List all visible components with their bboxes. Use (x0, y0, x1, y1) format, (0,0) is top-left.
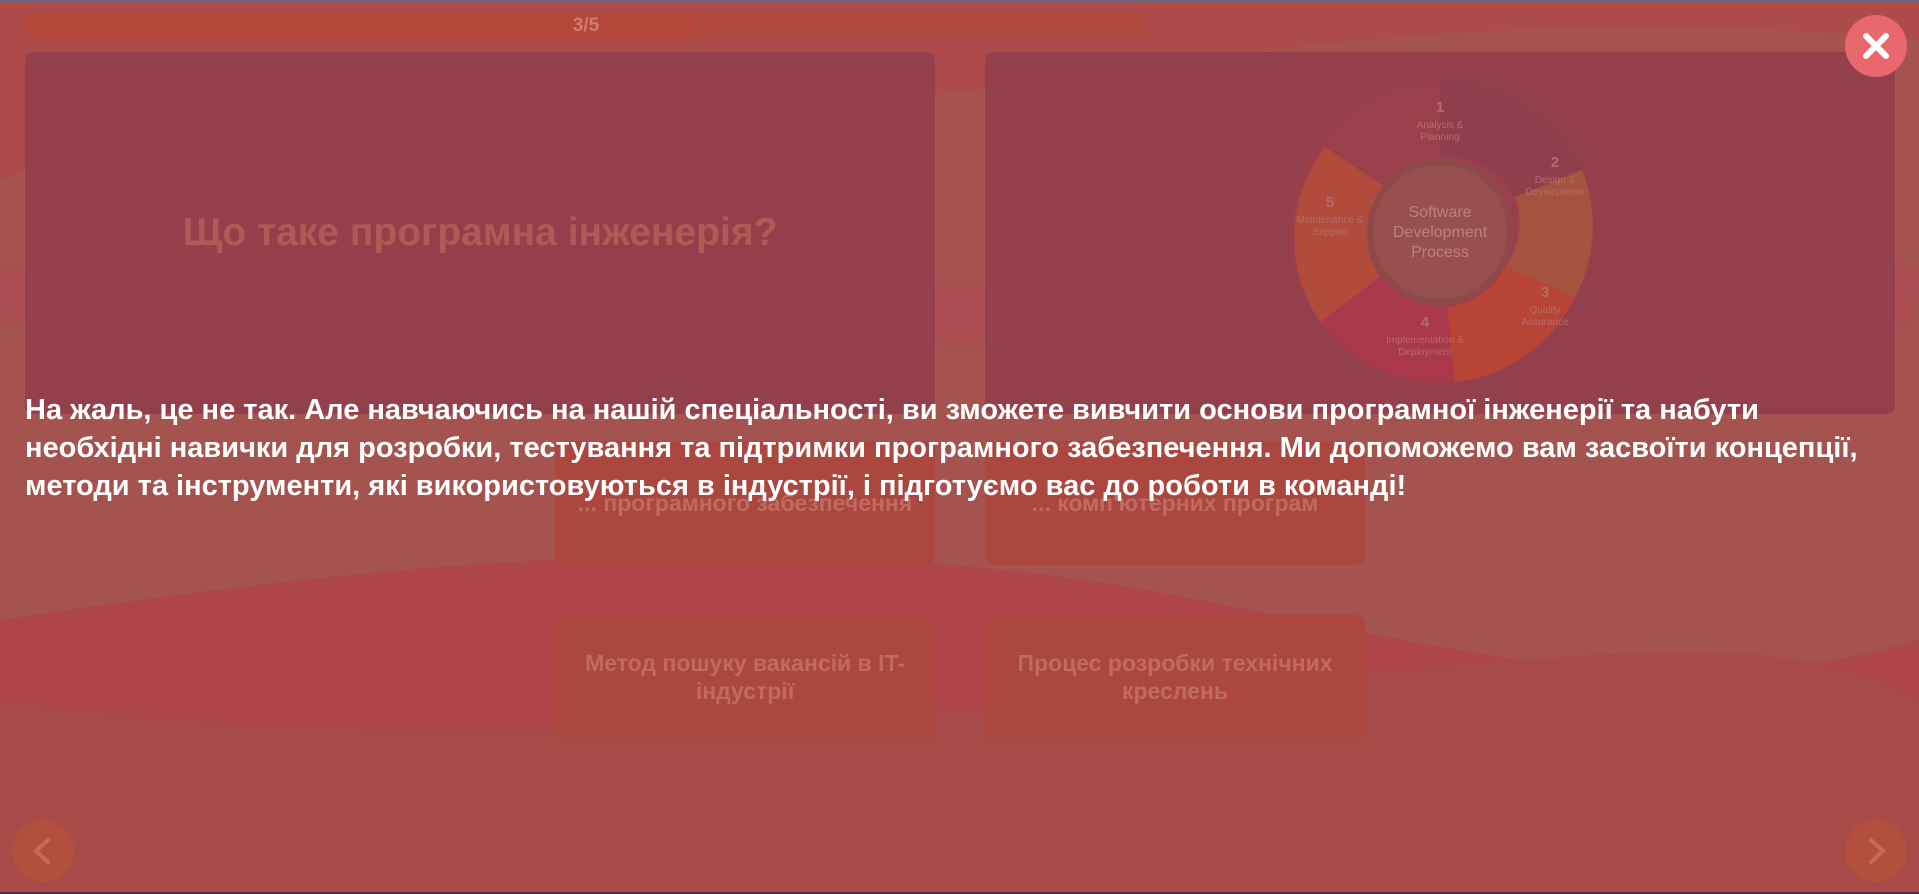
chevron-left-icon (33, 838, 50, 864)
sdlc-step-label: Analysis & (1417, 120, 1464, 131)
sdlc-step-number: 2 (1551, 154, 1559, 171)
sdlc-step-label: Design & (1535, 175, 1576, 186)
sdlc-step-label: Implementation & (1386, 335, 1464, 346)
next-button[interactable] (1845, 820, 1907, 882)
sdlc-step-number: 4 (1421, 314, 1430, 331)
answer-option-3[interactable]: Метод пошуку вакансій в IT-індустрії (555, 615, 935, 739)
close-icon (1863, 33, 1889, 59)
question-card: Що таке програмна інженерія? (25, 52, 935, 414)
sdlc-step-label: Assurance (1521, 317, 1569, 328)
progress-label: 3/5 (572, 15, 600, 36)
sdlc-step-number: 1 (1436, 99, 1444, 116)
close-button[interactable] (1845, 15, 1907, 77)
sdlc-center-line: Process (1411, 244, 1469, 261)
feedback-message: На жаль, це не так. Але навчаючись на на… (25, 394, 1858, 502)
sdlc-step-label: Support (1312, 227, 1347, 238)
sdlc-center-line: Development (1393, 224, 1488, 241)
sdlc-step-label: Deployment (1398, 347, 1452, 358)
question-image-card: Software Development Process 1 Analysis & Pl… (985, 52, 1895, 414)
sdlc-step-label: Planning (1421, 132, 1460, 143)
sdlc-diagram: Software Development Process 1 Analysis &Pl… (1290, 81, 1593, 383)
sdlc-step-number: 3 (1541, 284, 1549, 301)
top-border (0, 0, 1919, 2)
progress-bar: 3/5 (25, 13, 1147, 38)
sdlc-step-label: Maintenance & (1297, 215, 1364, 226)
sdlc-step-label: Quality (1529, 305, 1560, 316)
question-title: Що таке програмна інженерія? (182, 211, 778, 254)
sdlc-step-number: 5 (1326, 194, 1334, 211)
answer-option-4[interactable]: Процес розробки технічних креслень (985, 615, 1365, 739)
chevron-right-icon (1869, 838, 1886, 864)
prev-button[interactable] (12, 820, 74, 882)
sdlc-center-line: Software (1408, 204, 1471, 221)
sdlc-step-label: Development (1526, 187, 1585, 198)
